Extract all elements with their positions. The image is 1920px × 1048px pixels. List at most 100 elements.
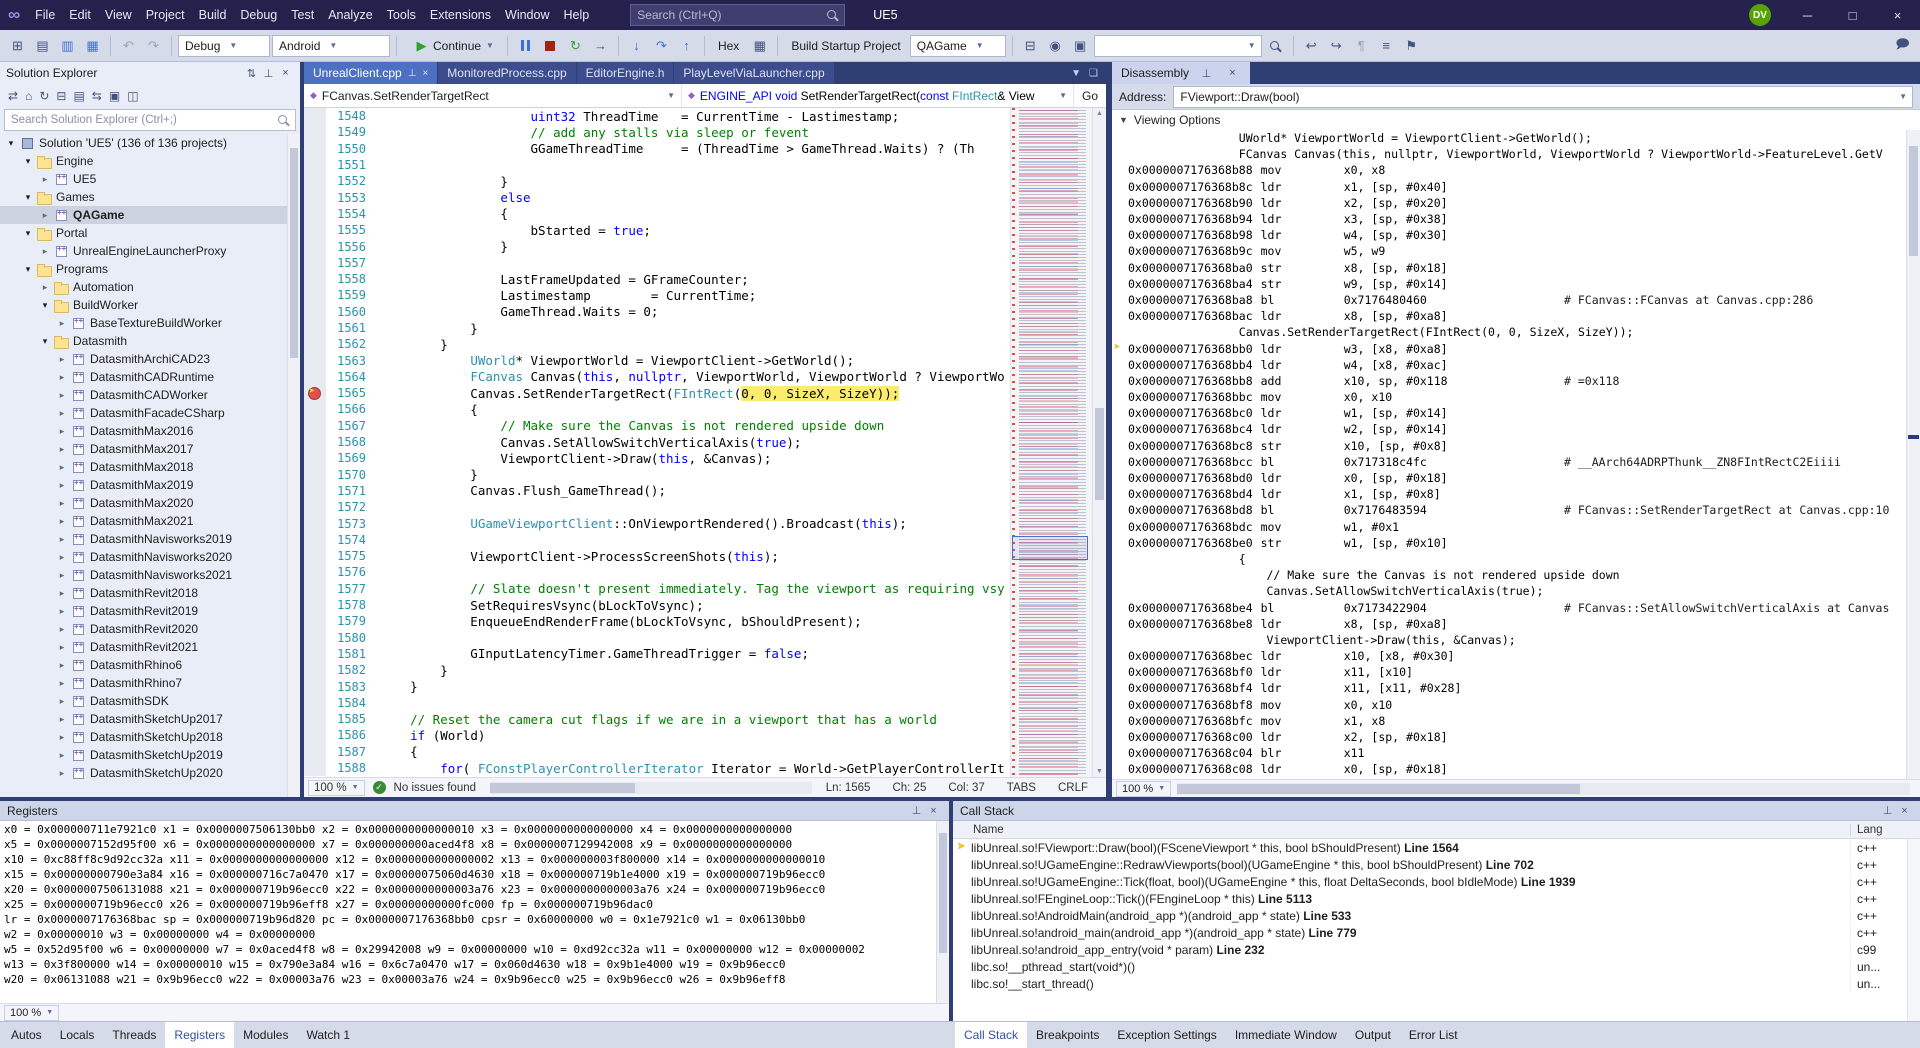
- scrollbar-thumb[interactable]: [939, 833, 947, 953]
- tree-item[interactable]: DatasmithMax2021: [0, 512, 300, 530]
- disassembly-margin[interactable]: [1112, 551, 1128, 567]
- minimap-viewport[interactable]: [1012, 536, 1088, 560]
- disassembly-margin[interactable]: [1112, 713, 1128, 729]
- pin-icon[interactable]: ⊥: [260, 67, 277, 80]
- expander-icon[interactable]: [55, 714, 69, 725]
- disassembly-line[interactable]: 0x0000007176368be0 str w1, [sp, #0x10]: [1112, 535, 1906, 551]
- disassembly-margin[interactable]: [1112, 260, 1128, 276]
- disassembly-margin[interactable]: [1112, 599, 1128, 615]
- code-line[interactable]: 1569 ViewportClient->Draw(this, &Canvas)…: [304, 450, 1010, 466]
- tree-item[interactable]: DatasmithRhino7: [0, 674, 300, 692]
- disassembly-margin[interactable]: [1112, 162, 1128, 178]
- tree-item[interactable]: Portal: [0, 224, 300, 242]
- disassembly-margin[interactable]: [1112, 179, 1128, 195]
- member-dropdown[interactable]: ◆ ENGINE_API void SetRenderTargetRect(co…: [682, 84, 1074, 107]
- disassembly-line[interactable]: 0x0000007176368bf4 ldr x11, [x11, #0x28]: [1112, 680, 1906, 696]
- switch-views-icon[interactable]: ⇄: [8, 89, 18, 103]
- editor-vertical-scrollbar[interactable]: ▲ ▼: [1092, 108, 1106, 777]
- expander-icon[interactable]: [55, 696, 69, 707]
- registers-scrollbar[interactable]: [936, 821, 949, 1003]
- disassembly-margin[interactable]: [1112, 211, 1128, 227]
- expander-icon[interactable]: [55, 606, 69, 617]
- restart-icon[interactable]: ↻: [564, 34, 587, 58]
- expander-icon[interactable]: [55, 426, 69, 437]
- disassembly-horizontal-scrollbar[interactable]: [1177, 783, 1910, 795]
- menu-item[interactable]: Build: [192, 0, 234, 30]
- pin-icon[interactable]: ⊥: [1879, 804, 1896, 817]
- tree-item[interactable]: QAGame: [0, 206, 300, 224]
- tree-item[interactable]: Engine: [0, 152, 300, 170]
- expander-icon[interactable]: [55, 642, 69, 653]
- breakpoint-margin[interactable]: [304, 532, 326, 548]
- save-icon[interactable]: ▥: [56, 34, 79, 58]
- new-project-icon[interactable]: ⊞: [6, 34, 29, 58]
- disassembly-margin[interactable]: [1112, 292, 1128, 308]
- lang-column-header[interactable]: Lang: [1850, 824, 1920, 836]
- disassembly-line[interactable]: // Make sure the Canvas is not rendered …: [1112, 567, 1906, 583]
- breakpoint-margin[interactable]: [304, 760, 326, 776]
- breakpoint-margin[interactable]: [304, 141, 326, 157]
- registers-body[interactable]: x0 = 0x000000711e7921c0 x1 = 0x000000750…: [0, 821, 949, 1003]
- tree-item[interactable]: DatasmithMax2020: [0, 494, 300, 512]
- disassembly-margin[interactable]: [1112, 146, 1128, 162]
- code-editor[interactable]: 1548 uint32 ThreadTime = CurrentTime - L…: [304, 108, 1010, 777]
- breakpoint-margin[interactable]: [304, 124, 326, 140]
- memory-window-icon[interactable]: ▦: [748, 34, 771, 58]
- menu-item[interactable]: File: [28, 0, 62, 30]
- disassembly-line[interactable]: 0x0000007176368bc0 ldr w1, [sp, #0x14]: [1112, 405, 1906, 421]
- menu-item[interactable]: View: [98, 0, 139, 30]
- step-over-icon[interactable]: ↷: [650, 34, 673, 58]
- float-window-icon[interactable]: ❏: [1089, 68, 1098, 79]
- tree-item[interactable]: BaseTextureBuildWorker: [0, 314, 300, 332]
- expander-icon[interactable]: [38, 300, 52, 311]
- stack-frame[interactable]: libUnreal.so!android_app_entry(void * pa…: [953, 941, 1920, 958]
- code-line[interactable]: 1581 GInputLatencyTimer.GameThreadTrigge…: [304, 646, 1010, 662]
- expander-icon[interactable]: [21, 264, 35, 275]
- tree-item[interactable]: DatasmithNavisworks2019: [0, 530, 300, 548]
- disassembly-line[interactable]: 0x0000007176368bd4 ldr x1, [sp, #0x8]: [1112, 486, 1906, 502]
- code-line[interactable]: 1584: [304, 695, 1010, 711]
- navigate-back-icon[interactable]: ↩: [1300, 34, 1323, 58]
- registers-titlebar[interactable]: Registers ⊥ ×: [0, 801, 949, 821]
- code-line[interactable]: 1560 GameThread.Waits = 0;: [304, 304, 1010, 320]
- bookmark-icon[interactable]: ⚑: [1400, 34, 1423, 58]
- expander-icon[interactable]: [55, 624, 69, 635]
- breakpoint-margin[interactable]: [304, 222, 326, 238]
- disassembly-line[interactable]: 0x0000007176368b98 ldr w4, [sp, #0x30]: [1112, 227, 1906, 243]
- breakpoint-margin[interactable]: [304, 238, 326, 254]
- expander-icon[interactable]: [38, 174, 52, 185]
- tree-item[interactable]: DatasmithRhino6: [0, 656, 300, 674]
- disassembly-margin[interactable]: [1112, 389, 1128, 405]
- expander-icon[interactable]: [55, 552, 69, 563]
- expander-icon[interactable]: [38, 282, 52, 293]
- disassembly-line[interactable]: 0x0000007176368bc8 str x10, [sp, #0x8]: [1112, 438, 1906, 454]
- expander-icon[interactable]: [55, 534, 69, 545]
- breakpoint-margin[interactable]: [304, 287, 326, 303]
- disassembly-margin[interactable]: [1112, 276, 1128, 292]
- tree-item[interactable]: DatasmithNavisworks2020: [0, 548, 300, 566]
- expander-icon[interactable]: [38, 210, 52, 221]
- code-line[interactable]: 1564 FCanvas Canvas(this, nullptr, Viewp…: [304, 369, 1010, 385]
- disassembly-margin[interactable]: [1112, 454, 1128, 470]
- menu-item[interactable]: Analyze: [321, 0, 379, 30]
- tree-item[interactable]: DatasmithSketchUp2018: [0, 728, 300, 746]
- scrollbar-thumb[interactable]: [1177, 784, 1580, 794]
- code-line[interactable]: 1561 }: [304, 320, 1010, 336]
- breakpoint-margin[interactable]: [304, 564, 326, 580]
- tree-item[interactable]: Automation: [0, 278, 300, 296]
- address-combo[interactable]: FViewport::Draw(bool) ▼: [1173, 86, 1913, 108]
- expander-icon[interactable]: [55, 480, 69, 491]
- breakpoint-margin[interactable]: [304, 581, 326, 597]
- solution-explorer-titlebar[interactable]: Solution Explorer ⇅ ⊥ ×: [0, 62, 300, 84]
- tool-tab[interactable]: Exception Settings: [1108, 1022, 1225, 1048]
- disassembly-line[interactable]: UWorld* ViewportWorld = ViewportClient->…: [1112, 130, 1906, 146]
- expander-icon[interactable]: [21, 228, 35, 239]
- breakpoint-margin[interactable]: [304, 450, 326, 466]
- callstack-titlebar[interactable]: Call Stack ⊥ ×: [953, 801, 1920, 821]
- open-file-icon[interactable]: ▤: [31, 34, 54, 58]
- save-all-icon[interactable]: ▦: [81, 34, 104, 58]
- breakpoint-margin[interactable]: [304, 385, 326, 401]
- code-line[interactable]: 1570 }: [304, 467, 1010, 483]
- code-line[interactable]: 1576: [304, 564, 1010, 580]
- pin-icon[interactable]: ⊥: [1198, 67, 1215, 80]
